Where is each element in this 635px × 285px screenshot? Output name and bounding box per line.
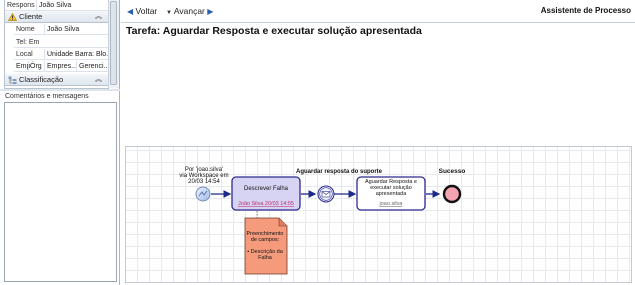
process-diagram[interactable]: Por 'joao.silva' via Workspace em 20/03 … [125,146,632,283]
section-classificacao[interactable]: Classificação ︽ [5,74,108,86]
property-row[interactable]: Local Unidade Barra: Blo... [14,49,108,60]
task-title: Tarefa: Aguardar Resposta e executar sol… [126,25,422,37]
end-event-label: Sucesso [439,168,466,175]
forward-label: Avançar [173,6,205,16]
task-label: apresentada [376,191,408,197]
property-key: Local [16,51,33,58]
scrollbar-thumb[interactable] [110,1,117,85]
dropdown-icon[interactable]: ▼ [166,10,172,16]
property-key: Responsar [7,2,35,9]
section-cliente[interactable]: Cliente ︽ [5,11,108,23]
forward-arrow-icon: ▶ [207,7,214,16]
property-key: Nome [16,26,35,33]
toolbar: ◀ Voltar ▼ Avançar ▶ Assistente de Proce… [121,0,635,23]
envelope-icon [321,191,331,198]
task-user-link[interactable]: João Silva 20/03 14:55 [238,201,294,207]
note-line: Falha [258,255,273,261]
properties-scrollbar[interactable] [108,0,119,88]
end-event[interactable] [442,184,462,204]
properties-grid: Responsar João Silva Cliente ︽ Nome João… [4,0,109,89]
left-panel: Responsar João Silva Cliente ︽ Nome João… [0,0,120,285]
task-user-link[interactable]: joao.silva [379,201,404,207]
back-button[interactable]: ◀ Voltar [127,6,157,16]
property-value: Unidade Barra: Blo... [44,49,108,59]
property-row[interactable]: Tel: Em [14,37,108,48]
task-label: Descrever Falha [244,186,289,192]
comments-box[interactable] [4,102,117,282]
collapse-icon[interactable]: ︽ [95,11,102,23]
start-note-line: 20/03 14:54 [188,179,220,185]
property-row[interactable]: Emp Órg Empres... Gerenci... [14,61,108,72]
property-row[interactable]: Responsar João Silva [5,0,108,11]
note-line: de campos: [251,237,280,243]
collapse-icon[interactable]: ︽ [95,74,102,86]
property-key: Órg [28,61,44,71]
wait-event-label: Aguardar resposta do suporte [296,169,383,175]
section-label: Cliente [19,12,43,21]
section-label: Classificação [19,75,64,84]
property-value: João Silva [44,24,108,34]
tree-icon [8,76,17,84]
property-key: Tel: Em [16,39,40,46]
comments-panel: Comentários e mensagens [4,93,117,282]
comments-title: Comentários e mensagens [5,93,89,100]
back-label: Voltar [135,6,158,16]
warning-icon [8,13,17,21]
property-value: Gerenci... [76,61,108,71]
property-value: João Silva [36,0,108,10]
process-assistant-title: Assistente de Processo [540,6,631,15]
back-arrow-icon: ◀ [127,7,134,16]
diagram-svg: Por 'joao.silva' via Workspace em 20/03 … [179,167,466,275]
annotation-note[interactable] [244,217,288,275]
property-value: Empres... [44,61,76,71]
property-row[interactable]: Nome João Silva [14,24,108,35]
forward-button[interactable]: ▼ Avançar ▶ [166,6,213,16]
splitter[interactable] [0,89,120,91]
